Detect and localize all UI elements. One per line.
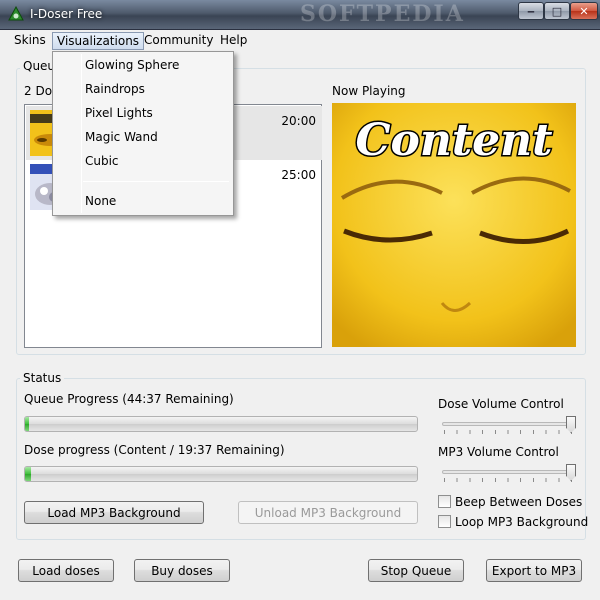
load-mp3-background-button[interactable]: Load MP3 Background: [24, 501, 204, 524]
menu-item-glowing-sphere[interactable]: Glowing Sphere: [85, 58, 179, 72]
title-bar[interactable]: I-Doser Free SOFTPEDIA ‒ □ ✕: [0, 0, 600, 30]
unload-mp3-background-button[interactable]: Unload MP3 Background: [238, 501, 418, 524]
mp3-volume-slider[interactable]: [442, 464, 576, 486]
export-to-mp3-button[interactable]: Export to MP3: [486, 559, 582, 582]
menu-item-none[interactable]: None: [85, 194, 116, 208]
app-icon: [8, 6, 24, 21]
beep-between-doses-checkbox[interactable]: [438, 495, 451, 508]
load-doses-button[interactable]: Load doses: [18, 559, 114, 582]
dose-progress-label: Dose progress (Content / 19:37 Remaining…: [24, 443, 285, 457]
dose-volume-track: [442, 422, 576, 426]
menu-visualizations[interactable]: Visualizations: [52, 32, 145, 50]
menu-item-magic-wand[interactable]: Magic Wand: [85, 130, 158, 144]
queue-progress-bar: [24, 416, 418, 432]
dose-progress-fill: [25, 467, 31, 481]
menu-item-pixel-lights[interactable]: Pixel Lights: [85, 106, 153, 120]
menu-bar: Skins Visualizations Community Help: [0, 30, 600, 52]
visualizations-dropdown: Glowing Sphere Raindrops Pixel Lights Ma…: [52, 51, 234, 216]
maximize-button[interactable]: □: [544, 2, 570, 20]
dose-volume-slider[interactable]: [442, 416, 576, 438]
menu-skins[interactable]: Skins: [10, 32, 50, 50]
menu-gutter: [81, 54, 82, 213]
now-playing-artwork: Content: [332, 103, 576, 347]
loop-mp3-background-checkbox[interactable]: [438, 515, 451, 528]
close-icon: ✕: [579, 4, 589, 18]
now-playing-label: Now Playing: [332, 84, 406, 98]
now-playing-image: Content: [332, 103, 576, 347]
minimize-button[interactable]: ‒: [518, 2, 544, 20]
stop-queue-button[interactable]: Stop Queue: [368, 559, 464, 582]
watermark-text: SOFTPEDIA: [300, 1, 465, 27]
buy-doses-button[interactable]: Buy doses: [134, 559, 230, 582]
loop-mp3-background-label[interactable]: Loop MP3 Background: [455, 515, 588, 529]
menu-separator: [83, 181, 229, 182]
menu-help[interactable]: Help: [216, 32, 251, 50]
dose-volume-ticks: [444, 430, 574, 434]
queue-progress-label: Queue Progress (44:37 Remaining): [24, 392, 234, 406]
queue-progress-fill: [25, 417, 29, 431]
mp3-volume-label: MP3 Volume Control: [438, 445, 559, 459]
close-button[interactable]: ✕: [570, 2, 598, 20]
menu-item-cubic[interactable]: Cubic: [85, 154, 119, 168]
mp3-volume-track: [442, 470, 576, 474]
dose-duration: 25:00: [281, 168, 316, 182]
menu-item-raindrops[interactable]: Raindrops: [85, 82, 145, 96]
mp3-volume-ticks: [444, 478, 574, 482]
dose-volume-label: Dose Volume Control: [438, 397, 564, 411]
now-playing-title: Content: [356, 115, 553, 166]
maximize-icon: □: [551, 4, 563, 18]
status-group-label: Status: [20, 371, 65, 385]
dose-progress-bar: [24, 466, 418, 482]
minimize-icon: ‒: [527, 4, 535, 18]
dose-duration: 20:00: [281, 114, 316, 128]
window-title: I-Doser Free: [30, 7, 103, 21]
beep-between-doses-label[interactable]: Beep Between Doses: [455, 495, 582, 509]
menu-community[interactable]: Community: [140, 32, 217, 50]
